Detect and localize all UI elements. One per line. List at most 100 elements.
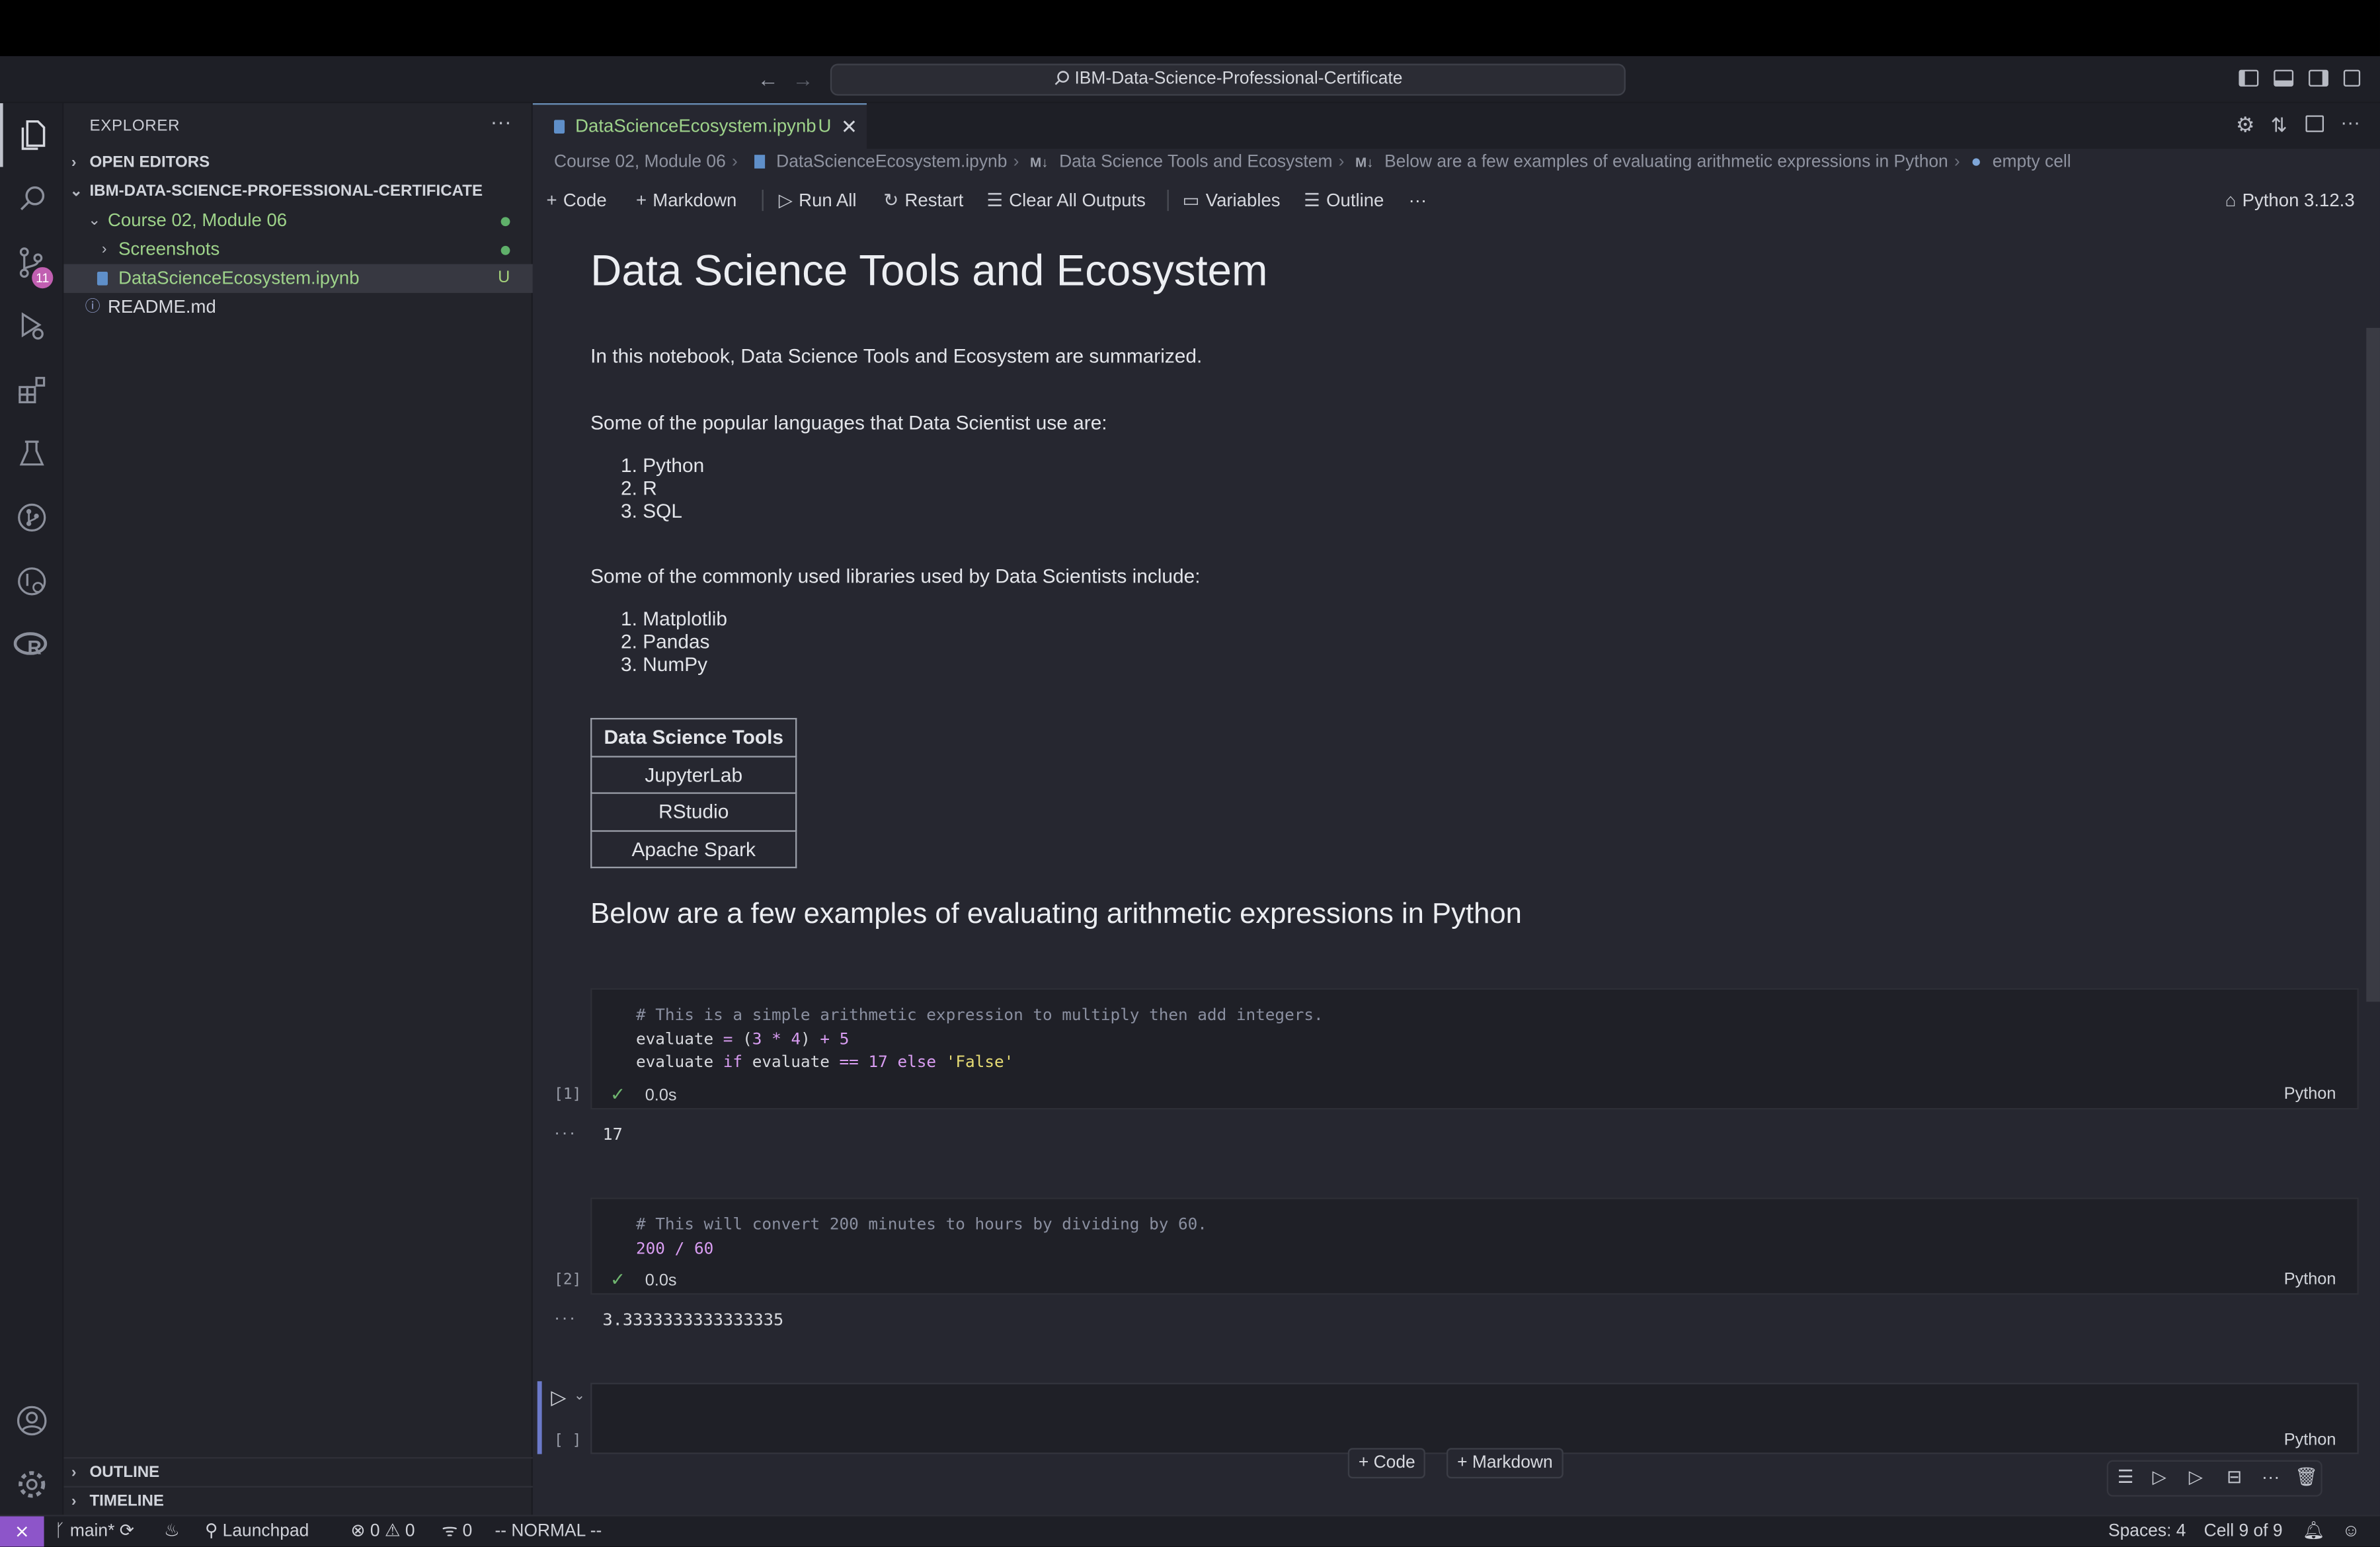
toolbar-divider: [1167, 189, 1169, 212]
source-control-icon[interactable]: 11: [0, 231, 63, 294]
delete-cell-trash-icon[interactable]: 🗑: [2295, 1466, 2318, 1488]
chevron-right-icon: ›: [71, 1493, 77, 1511]
settings-gear-icon[interactable]: [0, 1452, 63, 1516]
toggle-primary-sidebar-icon[interactable]: [2239, 69, 2259, 87]
remote-explorer-icon[interactable]: [0, 549, 63, 613]
chevron-down-icon[interactable]: ⌄: [574, 1387, 585, 1404]
cell-language-label[interactable]: Python: [2284, 1431, 2336, 1450]
ports-indicator[interactable]: ᯤ 0: [442, 1517, 472, 1547]
testing-flask-icon[interactable]: [0, 422, 63, 485]
customize-layout-icon[interactable]: [2343, 69, 2361, 87]
add-code-label: Code: [563, 189, 607, 212]
search-icon[interactable]: [0, 167, 63, 231]
list-item: 3. NumPy: [621, 653, 708, 676]
run-by-line-icon[interactable]: ☰: [2118, 1466, 2134, 1488]
notifications-bell-icon[interactable]: 🔔︎: [2303, 1517, 2325, 1547]
git-graph-icon[interactable]: [0, 486, 63, 549]
clear-all-outputs-button[interactable]: ☰ Clear All Outputs: [986, 184, 1146, 218]
extensions-icon[interactable]: [0, 358, 63, 422]
cell-language-label[interactable]: Python: [2284, 1086, 2336, 1104]
tree-folder-course[interactable]: ⌄ Course 02, Module 06: [63, 206, 532, 235]
run-debug-icon[interactable]: [0, 294, 63, 358]
timeline-section[interactable]: › TIMELINE: [63, 1486, 533, 1515]
cell-more-icon[interactable]: ···: [2262, 1466, 2280, 1488]
tree-file-readme[interactable]: ⓘ README.md: [63, 293, 532, 322]
indentation-indicator[interactable]: Spaces: 4: [2108, 1517, 2186, 1547]
split-cell-icon[interactable]: ⊟: [2227, 1466, 2242, 1488]
command-center-search[interactable]: IBM-Data-Science-Professional-Certificat…: [830, 63, 1626, 96]
outline-section[interactable]: › OUTLINE: [63, 1457, 533, 1486]
breadcrumb-cell[interactable]: empty cell: [1993, 153, 2071, 172]
more-actions-icon[interactable]: ···: [2340, 111, 2360, 134]
notebook-file-icon: [97, 271, 108, 286]
variables-icon: ▭: [1182, 189, 1200, 212]
forward-arrow-icon[interactable]: →: [789, 65, 816, 93]
notebook-settings-gear-icon[interactable]: ⚙: [2236, 112, 2255, 138]
branch-indicator[interactable]: ᚴ main* ⟳: [55, 1517, 134, 1547]
breadcrumb: Course 02, Module 06 › DataScienceEcosyst…: [554, 153, 2071, 172]
cell-language-label[interactable]: Python: [2284, 1271, 2336, 1289]
execution-count: [2]: [554, 1271, 582, 1289]
breadcrumb-file[interactable]: DataScienceEcosystem.ipynb: [776, 153, 1007, 172]
breadcrumb-heading[interactable]: Data Science Tools and Ecosystem: [1059, 153, 1332, 172]
back-arrow-icon[interactable]: ←: [754, 65, 781, 93]
code-cell-1[interactable]: # This is a simple arithmetic expression…: [590, 988, 2359, 1110]
kernel-picker[interactable]: ⌂ Python 3.12.3: [2225, 184, 2355, 218]
source-control-badge: 11: [32, 267, 54, 289]
execute-above-icon[interactable]: ▷: [2153, 1466, 2166, 1488]
toggle-panel-icon[interactable]: [2274, 69, 2294, 87]
code-editor[interactable]: # This will convert 200 minutes to hours…: [636, 1214, 1207, 1261]
run-all-button[interactable]: ▷ Run All: [779, 184, 857, 218]
execute-below-icon[interactable]: ▷: [2189, 1466, 2203, 1488]
breadcrumb-folder[interactable]: Course 02, Module 06: [554, 153, 726, 172]
open-editors-section[interactable]: › OPEN EDITORS: [63, 149, 532, 178]
tree-folder-screenshots[interactable]: › Screenshots: [63, 235, 532, 264]
success-check-icon: ✓: [610, 1269, 626, 1290]
explorer-more-icon[interactable]: ···: [491, 109, 512, 134]
open-changes-icon[interactable]: ⇅: [2271, 114, 2287, 138]
outline-list-icon: ☰: [1304, 189, 1320, 212]
cell-toolbar: ☰ ▷ ▷ ⊟ ··· 🗑: [2106, 1460, 2322, 1497]
split-editor-icon[interactable]: [2305, 115, 2324, 132]
variables-button[interactable]: ▭ Variables: [1183, 184, 1281, 218]
execution-count: [1]: [554, 1086, 582, 1104]
output-more-icon[interactable]: ···: [554, 1122, 576, 1143]
output-more-icon[interactable]: ···: [554, 1307, 576, 1328]
mac-menu-bar: [0, 0, 2380, 56]
launchpad-button[interactable]: ⚲ Launchpad: [205, 1517, 309, 1547]
add-code-button[interactable]: + Code: [547, 184, 607, 218]
tree-file-notebook[interactable]: DataScienceEcosystem.ipynb U: [63, 264, 533, 294]
close-icon[interactable]: ✕: [841, 104, 857, 149]
run-cell-icon[interactable]: ▷: [551, 1386, 566, 1410]
vertical-scrollbar[interactable]: [2366, 327, 2380, 1002]
copilot-status-icon[interactable]: ☺: [2342, 1517, 2360, 1547]
cell-output: 3.3333333333333335: [602, 1310, 784, 1330]
problems-indicator[interactable]: ⊗ 0 ⚠ 0: [350, 1517, 415, 1547]
restart-button[interactable]: ↻ Restart: [883, 184, 963, 218]
insert-markdown-cell-button[interactable]: + Markdown: [1446, 1448, 1564, 1479]
account-icon[interactable]: [0, 1389, 63, 1452]
toggle-secondary-sidebar-icon[interactable]: [2309, 69, 2328, 87]
workspace-root-section[interactable]: ⌄ IBM-DATA-SCIENCE-PROFESSIONAL-CERTIFIC…: [63, 178, 532, 207]
breadcrumb-section[interactable]: Below are a few examples of evaluating a…: [1384, 153, 1948, 172]
toolbar-more-button[interactable]: ···: [1409, 184, 1427, 218]
cell-position-indicator[interactable]: Cell 9 of 9: [2204, 1517, 2283, 1547]
code-editor[interactable]: # This is a simple arithmetic expression…: [636, 1005, 1324, 1076]
outline-button[interactable]: ☰ Outline: [1304, 184, 1384, 218]
tab-bar: DataScienceEcosystem.ipynb U ✕ ⚙ ⇅ ···: [532, 103, 2380, 149]
modified-dot: [500, 245, 510, 255]
explorer-sidebar: EXPLORER ··· › OPEN EDITORS ⌄ IBM-DATA-S…: [63, 103, 533, 1515]
explorer-icon[interactable]: [0, 103, 63, 167]
code-cell-2[interactable]: # This will convert 200 minutes to hours…: [590, 1197, 2359, 1295]
plus-icon: +: [1457, 1454, 1472, 1473]
code-cell-3[interactable]: Python: [590, 1382, 2359, 1454]
r-language-icon[interactable]: R: [0, 614, 63, 677]
copilot-icon[interactable]: ♨: [164, 1517, 180, 1547]
tab-notebook[interactable]: DataScienceEcosystem.ipynb U ✕: [532, 103, 867, 149]
editor-area: DataScienceEcosystem.ipynb U ✕ ⚙ ⇅ ··· C…: [532, 103, 2380, 1515]
insert-code-cell-button[interactable]: + Code: [1347, 1448, 1426, 1479]
remote-indicator-icon[interactable]: ⨯: [0, 1516, 44, 1547]
warning-icon: ⚠: [379, 1522, 405, 1541]
execution-duration: 0.0s: [645, 1086, 677, 1105]
add-markdown-button[interactable]: + Markdown: [636, 184, 736, 218]
